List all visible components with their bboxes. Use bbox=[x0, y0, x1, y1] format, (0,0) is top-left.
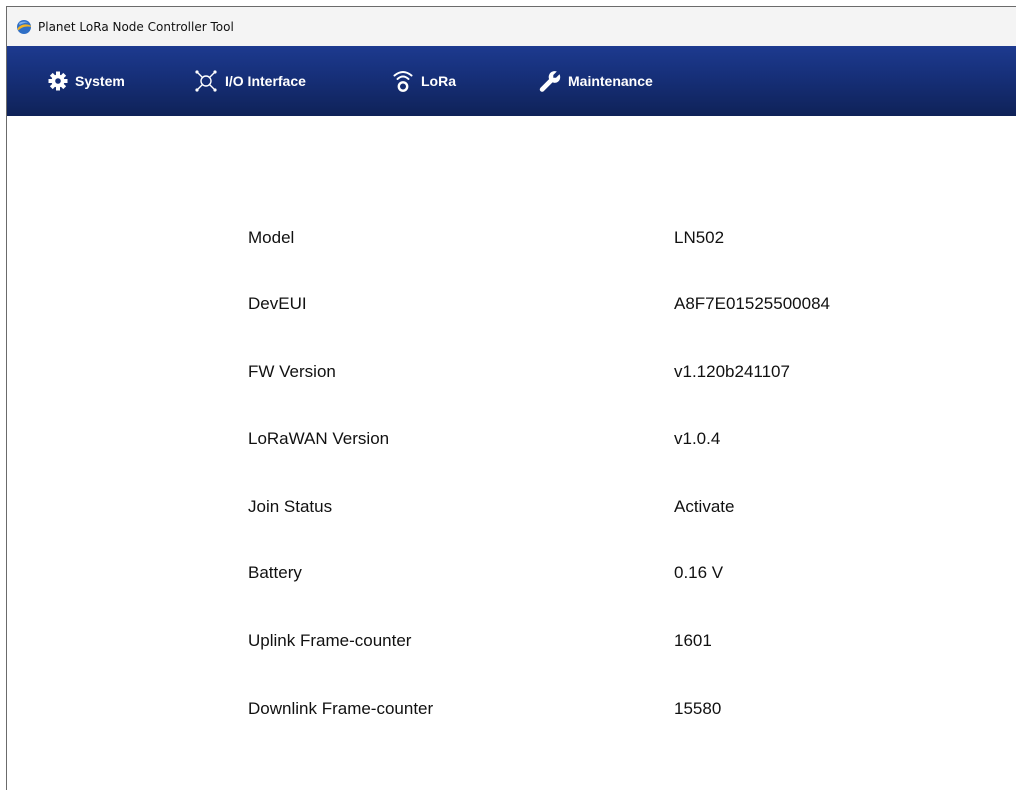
menu-io-interface-label: I/O Interface bbox=[225, 73, 306, 89]
info-value: v1.120b241107 bbox=[674, 362, 790, 381]
app-window: Planet LoRa Node Controller Tool System bbox=[6, 6, 1016, 790]
window-title: Planet LoRa Node Controller Tool bbox=[38, 19, 234, 34]
menu-maintenance[interactable]: Maintenance bbox=[539, 69, 653, 93]
io-interface-icon bbox=[195, 70, 217, 92]
main-menu-bar: System I/O Interface LoRa Maintenance bbox=[7, 46, 1016, 116]
gear-icon bbox=[48, 71, 68, 91]
title-bar: Planet LoRa Node Controller Tool bbox=[7, 7, 1016, 46]
system-info-panel: Model LN502 DevEUI A8F7E01525500084 FW V… bbox=[7, 116, 1016, 790]
info-value: 0.16 V bbox=[674, 563, 724, 582]
info-label: Downlink Frame-counter bbox=[248, 699, 434, 718]
info-label: FW Version bbox=[248, 362, 336, 381]
info-value: v1.0.4 bbox=[674, 429, 721, 448]
menu-io-interface[interactable]: I/O Interface bbox=[194, 69, 306, 93]
info-value: A8F7E01525500084 bbox=[674, 294, 830, 313]
wrench-icon bbox=[539, 71, 561, 92]
info-row-model: Model LN502 bbox=[7, 228, 1016, 252]
info-row-downlink-frame-counter: Downlink Frame-counter 15580 bbox=[7, 699, 1016, 723]
info-label: Battery bbox=[248, 563, 302, 582]
info-label: DevEUI bbox=[248, 294, 307, 313]
info-value: LN502 bbox=[674, 228, 725, 247]
menu-lora[interactable]: LoRa bbox=[392, 69, 456, 93]
info-label: Uplink Frame-counter bbox=[248, 631, 412, 650]
menu-lora-label: LoRa bbox=[421, 73, 456, 89]
info-row-battery: Battery 0.16 V bbox=[7, 563, 1016, 587]
info-value: 1601 bbox=[674, 631, 712, 650]
info-label: LoRaWAN Version bbox=[248, 429, 390, 448]
menu-system-label: System bbox=[75, 73, 125, 89]
info-row-join-status: Join Status Activate bbox=[7, 497, 1016, 521]
info-row-lorawan-version: LoRaWAN Version v1.0.4 bbox=[7, 429, 1016, 453]
info-label: Model bbox=[248, 228, 295, 247]
wireless-icon bbox=[393, 71, 413, 92]
info-value: 15580 bbox=[674, 699, 722, 718]
info-row-uplink-frame-counter: Uplink Frame-counter 1601 bbox=[7, 631, 1016, 655]
planet-app-icon bbox=[17, 20, 31, 34]
menu-system[interactable]: System bbox=[48, 69, 125, 93]
info-label: Join Status bbox=[248, 497, 333, 516]
info-row-deveui: DevEUI A8F7E01525500084 bbox=[7, 294, 1016, 318]
info-value: Activate bbox=[674, 497, 735, 516]
info-row-fw-version: FW Version v1.120b241107 bbox=[7, 362, 1016, 386]
menu-maintenance-label: Maintenance bbox=[568, 73, 653, 89]
